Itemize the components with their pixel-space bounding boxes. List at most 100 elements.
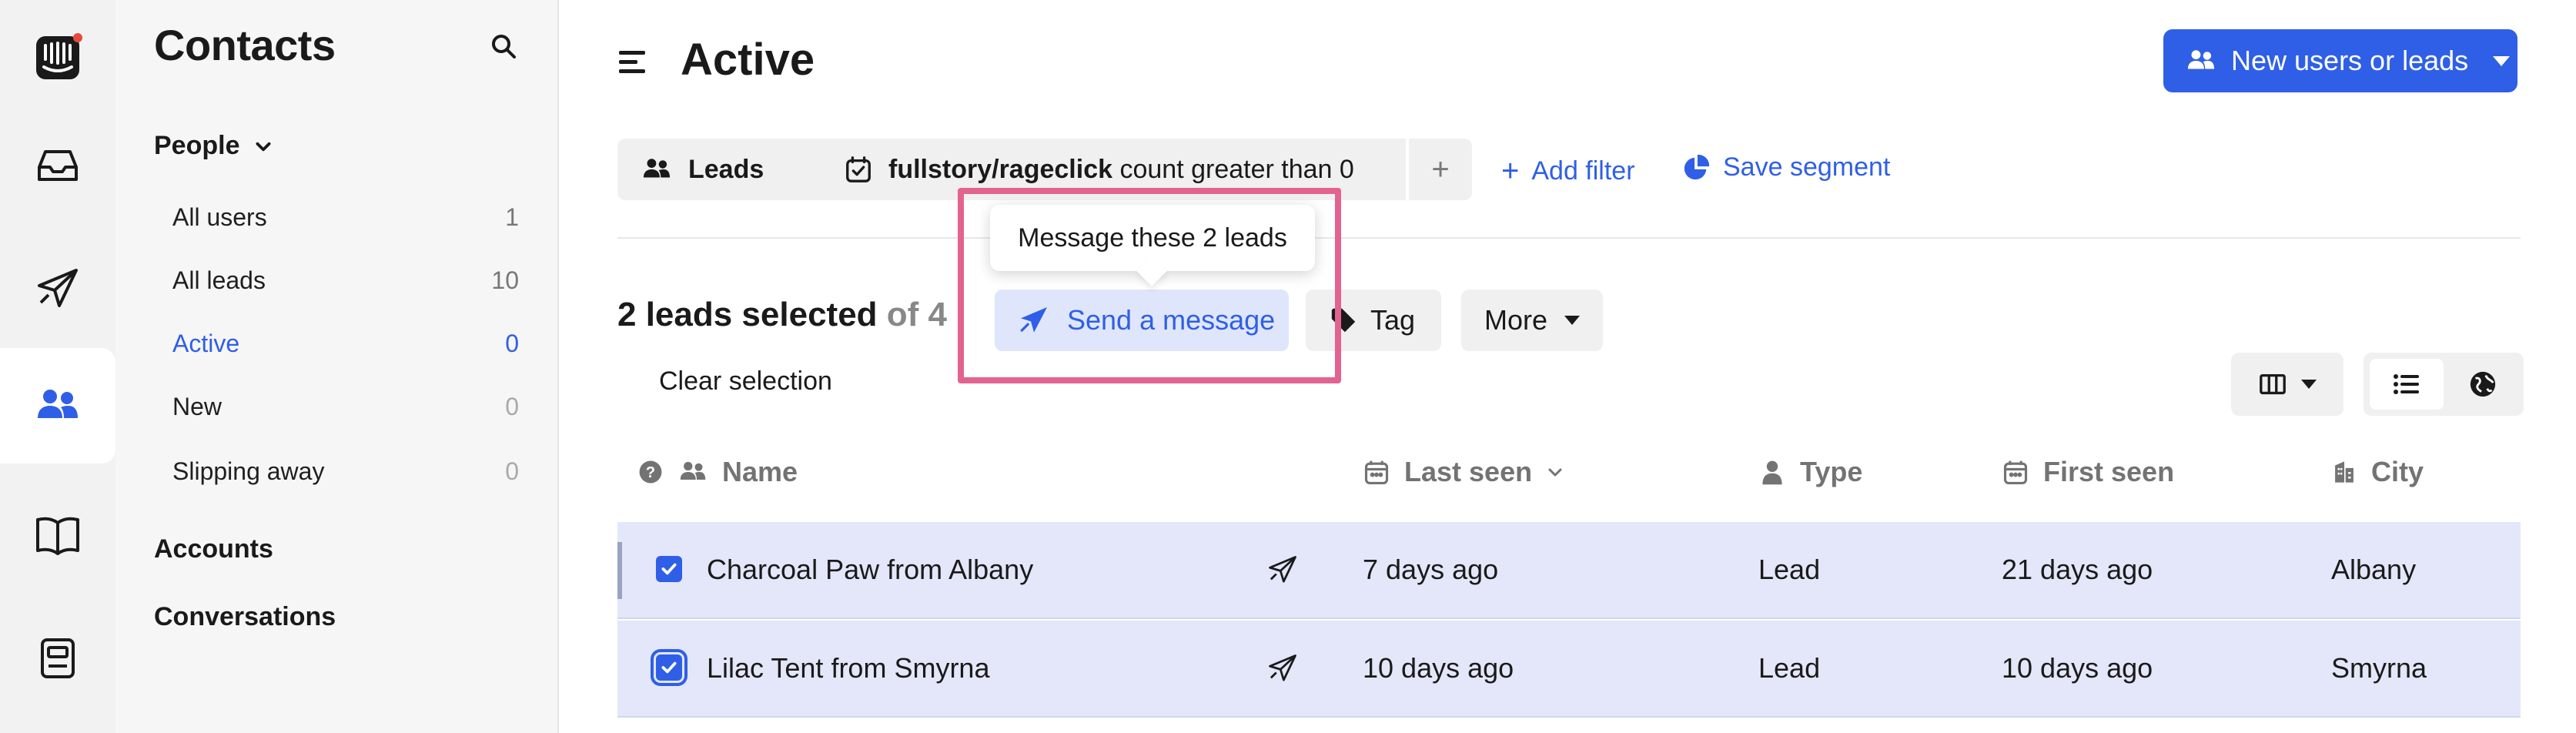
column-header-name[interactable]: ? Name — [637, 456, 798, 488]
tag-icon — [1331, 308, 1356, 333]
menu-icon[interactable] — [617, 46, 650, 79]
calendar-check-icon — [846, 156, 871, 182]
reports-icon[interactable] — [0, 601, 115, 716]
knowledge-book-icon[interactable] — [0, 477, 115, 593]
cell-first-seen: 21 days ago — [2002, 554, 2153, 585]
column-label: First seen — [2043, 456, 2175, 487]
row-checkbox[interactable] — [651, 649, 687, 686]
segment-slipping-away[interactable]: Slipping away 0 — [172, 448, 519, 494]
contacts-icon[interactable] — [0, 348, 115, 464]
new-button-label: New users or leads — [2231, 45, 2469, 76]
tag-button[interactable]: Tag — [1306, 290, 1441, 351]
segment-all-users[interactable]: All users 1 — [172, 194, 519, 240]
sidebar-item-accounts[interactable]: Accounts — [154, 534, 273, 564]
caret-down-icon — [2301, 380, 2317, 389]
chevron-down-icon — [256, 142, 271, 151]
calendar-icon — [1364, 460, 1389, 484]
calendar-icon — [2003, 460, 2028, 484]
intercom-logo-icon[interactable] — [0, 0, 115, 115]
pie-chart-icon — [1684, 154, 1710, 179]
more-actions-button[interactable]: More — [1461, 290, 1603, 351]
send-message-label: Send a message — [1067, 304, 1276, 336]
new-users-or-leads-button[interactable]: New users or leads — [2163, 29, 2517, 92]
columns-icon — [2260, 373, 2286, 395]
people-label: People — [154, 131, 240, 160]
cell-type: Lead — [1758, 554, 1821, 585]
segment-count: 0 — [505, 457, 519, 485]
people-icon — [680, 461, 706, 480]
search-icon[interactable] — [488, 31, 519, 62]
column-header-city[interactable]: City — [2331, 456, 2424, 488]
send-message-button[interactable]: Send a message — [995, 290, 1289, 351]
caret-down-icon — [1564, 316, 1581, 325]
column-header-type[interactable]: Type — [1758, 456, 1862, 488]
row-focus-indicator — [617, 542, 622, 599]
audience-filter-chip[interactable]: Leads — [617, 139, 841, 200]
save-segment-button[interactable]: Save segment — [1681, 152, 1890, 182]
send-plane-icon — [1020, 306, 1048, 333]
cell-last-seen: 7 days ago — [1363, 554, 1499, 585]
row-checkbox[interactable] — [656, 556, 682, 582]
cell-last-seen: 10 days ago — [1363, 652, 1514, 684]
segment-label: New — [172, 392, 222, 420]
segment-label: Active — [172, 329, 240, 357]
cell-name[interactable]: Lilac Tent from Smyrna — [707, 621, 989, 716]
person-icon — [1762, 460, 1782, 485]
send-plane-icon[interactable] — [1266, 621, 1300, 716]
column-header-first-seen[interactable]: First seen — [2002, 456, 2174, 488]
map-view-button[interactable] — [2448, 359, 2517, 410]
cell-type: Lead — [1758, 652, 1821, 684]
list-icon — [2394, 374, 2419, 394]
filter-attribute: fullstory/rageclick — [888, 154, 1113, 184]
page-title: Active — [681, 35, 815, 85]
audience-label: Leads — [688, 154, 764, 184]
add-filter-button[interactable]: + Add filter — [1501, 154, 1635, 189]
checkmark-icon — [661, 563, 677, 575]
svg-text:?: ? — [646, 464, 655, 481]
send-message-tooltip: Message these 2 leads — [990, 205, 1315, 271]
save-segment-label: Save segment — [1723, 152, 1891, 182]
cell-city: Smyrna — [2331, 652, 2427, 684]
segment-count: 0 — [505, 329, 519, 357]
segment-active[interactable]: Active 0 — [172, 320, 519, 366]
columns-picker-button[interactable] — [2231, 353, 2343, 416]
cell-first-seen: 10 days ago — [2002, 652, 2153, 684]
caret-down-icon — [2493, 55, 2511, 66]
send-plane-icon[interactable] — [1266, 522, 1300, 618]
rail-divider — [0, 464, 115, 473]
people-icon — [643, 159, 671, 178]
segment-all-leads[interactable]: All leads 10 — [172, 257, 519, 303]
plus-icon: + — [1501, 154, 1520, 188]
column-label: City — [2371, 456, 2424, 487]
segment-label: All leads — [172, 266, 266, 294]
checkmark-icon — [661, 661, 677, 674]
people-section-toggle[interactable]: People — [154, 131, 273, 161]
outbound-icon[interactable] — [0, 231, 115, 346]
cell-city: Albany — [2331, 554, 2417, 585]
list-view-button[interactable] — [2370, 359, 2444, 410]
clear-selection-link[interactable]: Clear selection — [659, 366, 832, 397]
add-filter-label: Add filter — [1531, 156, 1635, 186]
table-row[interactable]: Lilac Tent from Smyrna 10 days ago Lead … — [617, 621, 2521, 718]
event-filter-chip[interactable]: fullstory/rageclick count greater than 0 — [821, 139, 1406, 200]
sidebar-title: Contacts — [154, 21, 336, 69]
sidebar-item-conversations[interactable]: Conversations — [154, 602, 336, 632]
column-header-last-seen[interactable]: Last seen — [1363, 456, 1564, 488]
column-label: Type — [1800, 456, 1863, 487]
table-row[interactable]: Charcoal Paw from Albany 7 days ago Lead… — [617, 522, 2521, 619]
column-label: Last seen — [1404, 456, 1533, 487]
cell-name[interactable]: Charcoal Paw from Albany — [707, 522, 1033, 618]
more-label: More — [1484, 304, 1548, 336]
contacts-sidebar: Contacts People All users 1 All leads 10… — [115, 0, 559, 733]
app-rail — [0, 0, 115, 733]
selection-count: 2 leads selected of 4 — [617, 296, 947, 334]
view-toggle — [2364, 353, 2524, 416]
segment-count: 1 — [505, 202, 519, 231]
add-condition-button[interactable]: + — [1409, 139, 1472, 200]
rail-divider — [0, 339, 115, 348]
sort-chevron-icon — [1548, 468, 1562, 477]
segment-new[interactable]: New 0 — [172, 383, 519, 430]
filter-text: fullstory/rageclick count greater than 0 — [888, 155, 1354, 185]
building-icon — [2335, 461, 2354, 483]
inbox-icon[interactable] — [0, 108, 115, 223]
